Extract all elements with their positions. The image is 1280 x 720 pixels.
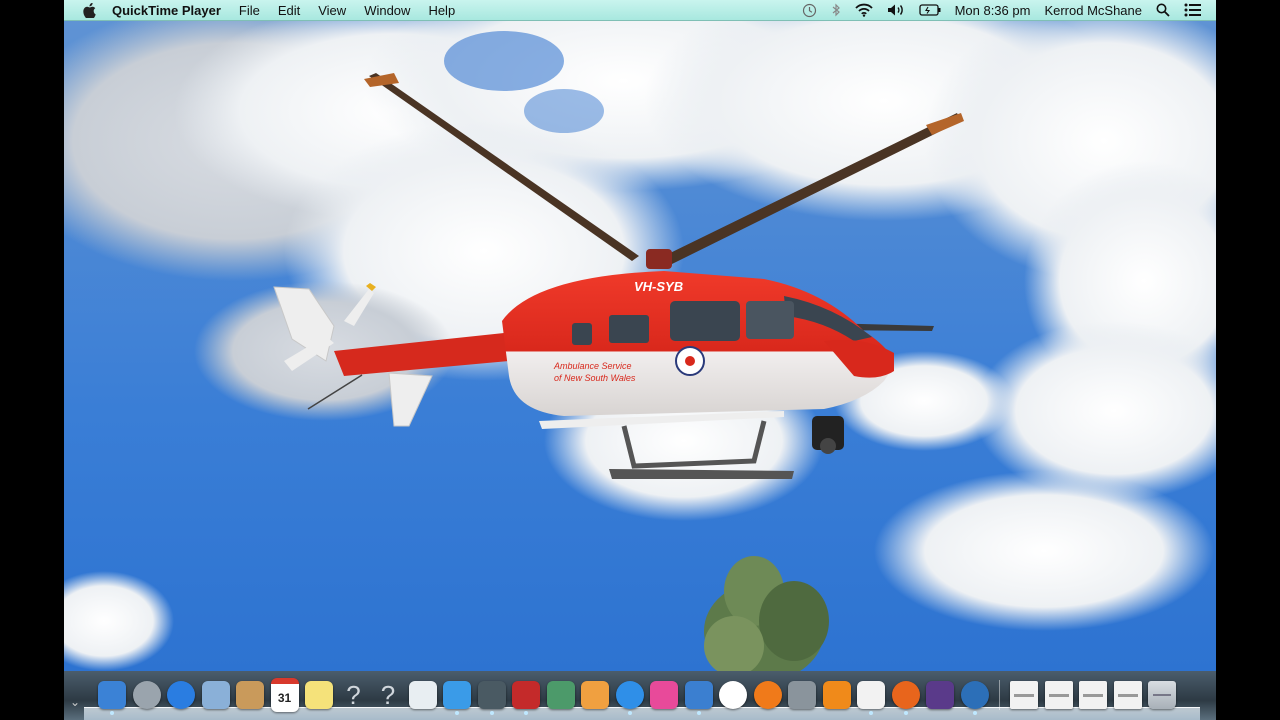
menu-view[interactable]: View (318, 3, 346, 18)
running-indicator (696, 711, 701, 715)
dock-quicktime[interactable] (960, 681, 989, 715)
menu-window[interactable]: Window (364, 3, 410, 18)
dock-notes[interactable] (305, 681, 333, 709)
time-machine-icon[interactable] (802, 3, 817, 18)
running-indicator (972, 711, 977, 715)
dock-mail[interactable] (201, 681, 230, 709)
screen: QuickTime Player File Edit View Window H… (64, 0, 1216, 720)
trash-icon (1153, 694, 1171, 696)
clock[interactable]: Mon 8:36 pm (955, 3, 1031, 18)
dock-expand-icon[interactable]: ⌄ (70, 695, 84, 709)
wifi-icon[interactable] (854, 3, 873, 17)
dock-separator (999, 680, 1000, 710)
dock-iphoto[interactable] (546, 681, 575, 709)
dock-firefox[interactable] (891, 681, 920, 715)
dock-keynote-chart[interactable] (650, 681, 678, 709)
dock-facetime[interactable] (477, 681, 506, 715)
dock-trash[interactable] (1148, 681, 1176, 709)
aircraft-registration: VH-SYB (634, 279, 683, 294)
app-name-menu[interactable]: QuickTime Player (112, 3, 221, 18)
running-indicator (524, 711, 528, 715)
dock-unknown-2[interactable]: ? (374, 680, 402, 710)
document-stack-icon (1014, 693, 1034, 697)
dock: ⌄ 31?? (64, 671, 1216, 720)
dock-imovie[interactable] (926, 681, 954, 709)
bluetooth-icon[interactable] (831, 3, 841, 17)
livery-text-line1: Ambulance Service (553, 361, 632, 371)
dock-items: 31?? (98, 677, 1183, 715)
dock-calendar[interactable]: 31 (270, 678, 299, 712)
dock-app-store[interactable] (615, 681, 644, 715)
running-indicator (903, 711, 908, 715)
apple-menu-icon[interactable] (78, 2, 100, 18)
dock-launchpad[interactable] (132, 681, 161, 709)
dock-document-stack-2[interactable] (1044, 681, 1073, 709)
dock-unknown-1[interactable]: ? (340, 680, 368, 710)
dock-messages[interactable] (443, 681, 471, 715)
document-stack-icon (1117, 693, 1138, 697)
dock-document-stack-3[interactable] (1079, 681, 1107, 709)
running-indicator (627, 711, 632, 715)
dock-document-stack-1[interactable] (1010, 681, 1038, 709)
video-frame[interactable]: VH-SYB Ambulance Service of New South Wa… (64, 21, 1216, 671)
running-indicator (489, 711, 494, 715)
user-name-menu[interactable]: Kerrod McShane (1044, 3, 1142, 18)
dock-preview[interactable] (408, 681, 437, 709)
menu-bar: QuickTime Player File Edit View Window H… (64, 0, 1216, 21)
document-stack-icon (1048, 693, 1069, 697)
dock-ibooks[interactable] (753, 681, 782, 709)
running-indicator (869, 711, 873, 715)
spotlight-search-icon[interactable] (1156, 3, 1170, 17)
menu-edit[interactable]: Edit (278, 3, 300, 18)
notification-center-icon[interactable] (1184, 3, 1202, 17)
dock-itunes[interactable] (719, 681, 747, 709)
calendar-icon: 31 (277, 691, 292, 705)
running-indicator (455, 711, 459, 715)
dock-keynote[interactable] (684, 681, 713, 715)
livery-text-line2: of New South Wales (554, 373, 636, 383)
dock-system-preferences[interactable] (788, 681, 816, 709)
menu-file[interactable]: File (239, 3, 260, 18)
volume-icon[interactable] (887, 3, 905, 17)
dock-photo-booth[interactable] (512, 681, 540, 715)
dock-vlc[interactable] (822, 681, 851, 709)
dock-contacts[interactable] (236, 681, 264, 709)
menu-help[interactable]: Help (428, 3, 455, 18)
battery-icon[interactable] (918, 4, 941, 16)
dock-textedit[interactable] (857, 681, 885, 715)
dock-finder[interactable] (98, 681, 126, 715)
running-indicator (110, 711, 114, 715)
dock-document-stack-4[interactable] (1113, 681, 1142, 709)
dock-safari[interactable] (167, 681, 195, 709)
dock-pages[interactable] (581, 681, 609, 709)
document-stack-icon (1083, 693, 1103, 697)
